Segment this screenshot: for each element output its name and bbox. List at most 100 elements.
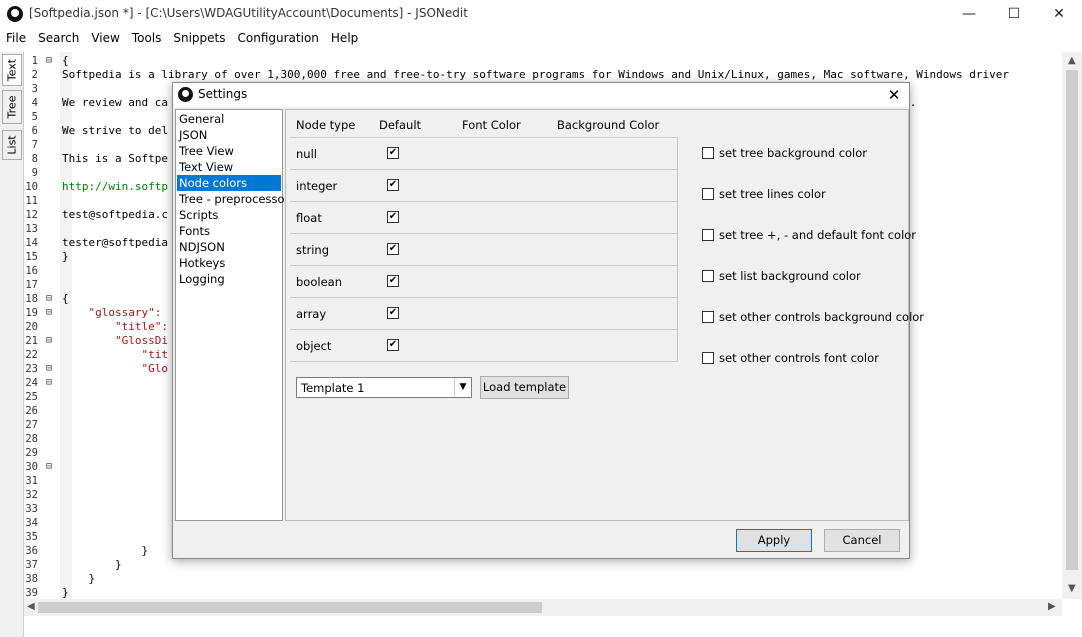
chevron-down-icon[interactable]: ▼ bbox=[454, 378, 471, 397]
code-line[interactable]: } bbox=[62, 544, 148, 558]
menu-view[interactable]: View bbox=[85, 28, 125, 50]
tab-tree[interactable]: Tree bbox=[2, 90, 22, 124]
close-button[interactable]: ✕ bbox=[1036, 0, 1082, 28]
line-number: 30 bbox=[25, 461, 38, 473]
default-checkbox[interactable]: ✔ bbox=[387, 179, 399, 191]
node-type-name: float bbox=[296, 211, 322, 225]
vertical-scroll-thumb[interactable] bbox=[1066, 70, 1078, 570]
node-type-row[interactable]: string ✔ bbox=[290, 234, 678, 266]
minimize-button[interactable]: — bbox=[946, 0, 992, 28]
nav-item-logging[interactable]: Logging bbox=[177, 271, 281, 287]
code-line[interactable]: "GlossDi bbox=[62, 334, 168, 348]
fold-toggle-icon[interactable]: ⊟ bbox=[46, 460, 55, 474]
nav-item-ndjson[interactable]: NDJSON bbox=[177, 239, 281, 255]
default-checkbox[interactable]: ✔ bbox=[387, 275, 399, 287]
line-number: 12 bbox=[25, 209, 38, 221]
dialog-logo-icon bbox=[178, 87, 193, 102]
option-label: set tree background color bbox=[719, 146, 868, 160]
nav-item-general[interactable]: General bbox=[177, 111, 281, 127]
nav-item-scripts[interactable]: Scripts bbox=[177, 207, 281, 223]
menu-help[interactable]: Help bbox=[325, 28, 364, 50]
code-line[interactable]: } bbox=[62, 586, 69, 599]
nav-item-tree-preprocessor[interactable]: Tree - preprocessor bbox=[177, 191, 289, 207]
nav-item-text-view[interactable]: Text View bbox=[177, 159, 281, 175]
scroll-up-icon[interactable]: ▲ bbox=[1068, 55, 1076, 66]
horizontal-scroll-thumb[interactable] bbox=[38, 602, 542, 613]
code-line[interactable]: } bbox=[62, 558, 122, 572]
code-line[interactable]: } bbox=[62, 572, 95, 586]
menu-snippets[interactable]: Snippets bbox=[167, 28, 231, 50]
option-checkbox[interactable] bbox=[702, 311, 714, 323]
option-checkbox[interactable] bbox=[702, 147, 714, 159]
scroll-right-icon[interactable]: ▶ bbox=[1048, 601, 1056, 612]
default-checkbox[interactable]: ✔ bbox=[387, 211, 399, 223]
code-line[interactable]: Softpedia is a library of over 1,300,000… bbox=[62, 68, 1009, 82]
line-number: 1 bbox=[31, 55, 38, 67]
option-checkbox[interactable] bbox=[702, 270, 714, 282]
code-line[interactable]: This is a Softpe bbox=[62, 152, 168, 166]
cancel-button[interactable]: Cancel bbox=[824, 529, 900, 552]
node-type-row[interactable]: float ✔ bbox=[290, 202, 678, 234]
tab-text[interactable]: Text bbox=[2, 54, 22, 86]
nav-item-hotkeys[interactable]: Hotkeys bbox=[177, 255, 281, 271]
default-checkbox[interactable]: ✔ bbox=[387, 243, 399, 255]
nav-item-fonts[interactable]: Fonts bbox=[177, 223, 281, 239]
fold-toggle-icon[interactable]: ⊟ bbox=[46, 362, 55, 376]
option-label: set tree +, - and default font color bbox=[719, 228, 917, 242]
node-type-row[interactable]: null ✔ bbox=[290, 138, 678, 170]
line-number: 18 bbox=[25, 293, 38, 305]
horizontal-scrollbar[interactable]: ◀ ▶ bbox=[24, 599, 1062, 616]
node-type-name: boolean bbox=[296, 275, 342, 289]
default-checkbox[interactable]: ✔ bbox=[387, 307, 399, 319]
code-line[interactable]: { bbox=[62, 54, 69, 68]
fold-toggle-icon[interactable]: ⊟ bbox=[46, 54, 55, 68]
code-line[interactable]: "title": bbox=[62, 320, 168, 334]
fold-toggle-icon[interactable]: ⊟ bbox=[46, 292, 55, 306]
node-type-row[interactable]: object ✔ bbox=[290, 330, 678, 362]
apply-button[interactable]: Apply bbox=[736, 529, 812, 552]
fold-toggle-icon[interactable]: ⊟ bbox=[46, 334, 55, 348]
option-checkbox[interactable] bbox=[702, 352, 714, 364]
option-checkbox[interactable] bbox=[702, 188, 714, 200]
tab-list[interactable]: List bbox=[2, 130, 22, 160]
node-type-row[interactable]: boolean ✔ bbox=[290, 266, 678, 298]
node-type-row[interactable]: integer ✔ bbox=[290, 170, 678, 202]
code-line[interactable]: "tit bbox=[62, 348, 168, 362]
nav-item-node-colors[interactable]: Node colors bbox=[177, 175, 281, 191]
line-number: 24 bbox=[25, 377, 38, 389]
default-checkbox[interactable]: ✔ bbox=[387, 339, 399, 351]
nav-item-tree-view[interactable]: Tree View bbox=[177, 143, 281, 159]
dialog-close-icon[interactable]: ✕ bbox=[881, 84, 907, 106]
code-line[interactable]: We strive to del bbox=[62, 124, 168, 138]
fold-toggle-icon[interactable]: ⊟ bbox=[46, 376, 55, 390]
node-type-row[interactable]: array ✔ bbox=[290, 298, 678, 330]
vertical-scrollbar[interactable]: ▲ ▼ bbox=[1062, 52, 1082, 599]
fold-toggle-icon[interactable]: ⊟ bbox=[46, 306, 55, 320]
line-number: 9 bbox=[31, 167, 38, 179]
code-line[interactable]: } bbox=[62, 250, 69, 264]
code-line[interactable]: "glossary": bbox=[62, 306, 161, 320]
template-select[interactable]: Template 1 ▼ bbox=[296, 377, 472, 398]
line-number: 35 bbox=[25, 531, 38, 543]
default-checkbox[interactable]: ✔ bbox=[387, 147, 399, 159]
option-checkbox[interactable] bbox=[702, 229, 714, 241]
code-line[interactable]: test@softpedia.c bbox=[62, 208, 168, 222]
code-line[interactable]: tester@softpedia bbox=[62, 236, 168, 250]
menu-tools[interactable]: Tools bbox=[126, 28, 168, 50]
menu-file[interactable]: File bbox=[0, 28, 32, 50]
load-template-button[interactable]: Load template bbox=[480, 376, 569, 399]
nav-item-json[interactable]: JSON bbox=[177, 127, 281, 143]
line-number: 31 bbox=[25, 475, 38, 487]
code-line[interactable]: "Glo bbox=[62, 362, 168, 376]
scroll-left-icon[interactable]: ◀ bbox=[27, 601, 35, 612]
code-line[interactable]: { bbox=[62, 292, 69, 306]
scroll-down-icon[interactable]: ▼ bbox=[1068, 583, 1076, 594]
option-label: set other controls background color bbox=[719, 310, 925, 324]
line-number: 21 bbox=[25, 335, 38, 347]
maximize-button[interactable]: ☐ bbox=[991, 0, 1037, 28]
menu-search[interactable]: Search bbox=[32, 28, 85, 50]
code-line[interactable]: http://win.softp bbox=[62, 180, 168, 194]
line-number: 8 bbox=[31, 153, 38, 165]
line-number: 4 bbox=[31, 97, 38, 109]
menu-configuration[interactable]: Configuration bbox=[232, 28, 325, 50]
